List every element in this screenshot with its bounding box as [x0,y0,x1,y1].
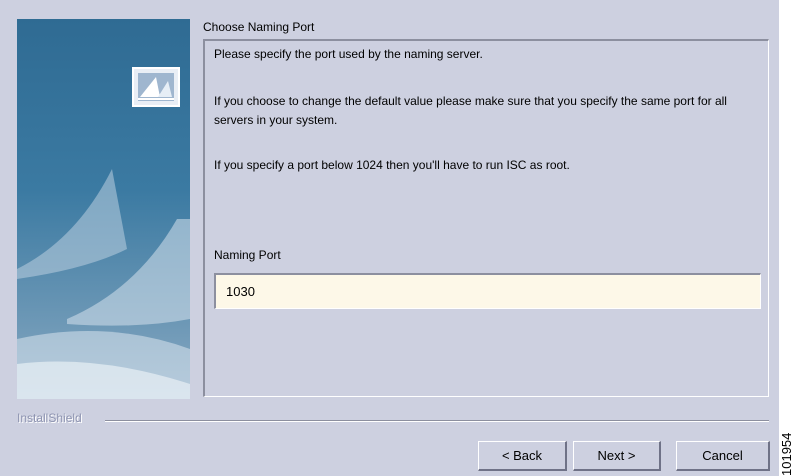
installshield-brand: InstallShield [17,411,82,425]
instruction-text: Please specify the port used by the nami… [214,47,483,61]
footer-divider [105,420,769,422]
installer-window: Choose Naming Port Please specify the po… [0,0,779,476]
cancel-button[interactable]: Cancel [676,441,770,471]
content-panel: Please specify the port used by the nami… [203,39,769,397]
side-banner-image [17,19,190,399]
step-title: Choose Naming Port [203,20,315,34]
figure-id-label: 101954 [779,432,794,476]
root-note-text: If you specify a port below 1024 then yo… [214,158,570,172]
back-button[interactable]: < Back [478,441,567,471]
warning-text: If you choose to change the default valu… [214,94,727,127]
installshield-logo-icon [132,67,180,107]
naming-port-label: Naming Port [214,248,281,262]
next-button[interactable]: Next > [573,441,661,471]
naming-port-input[interactable] [214,273,761,309]
